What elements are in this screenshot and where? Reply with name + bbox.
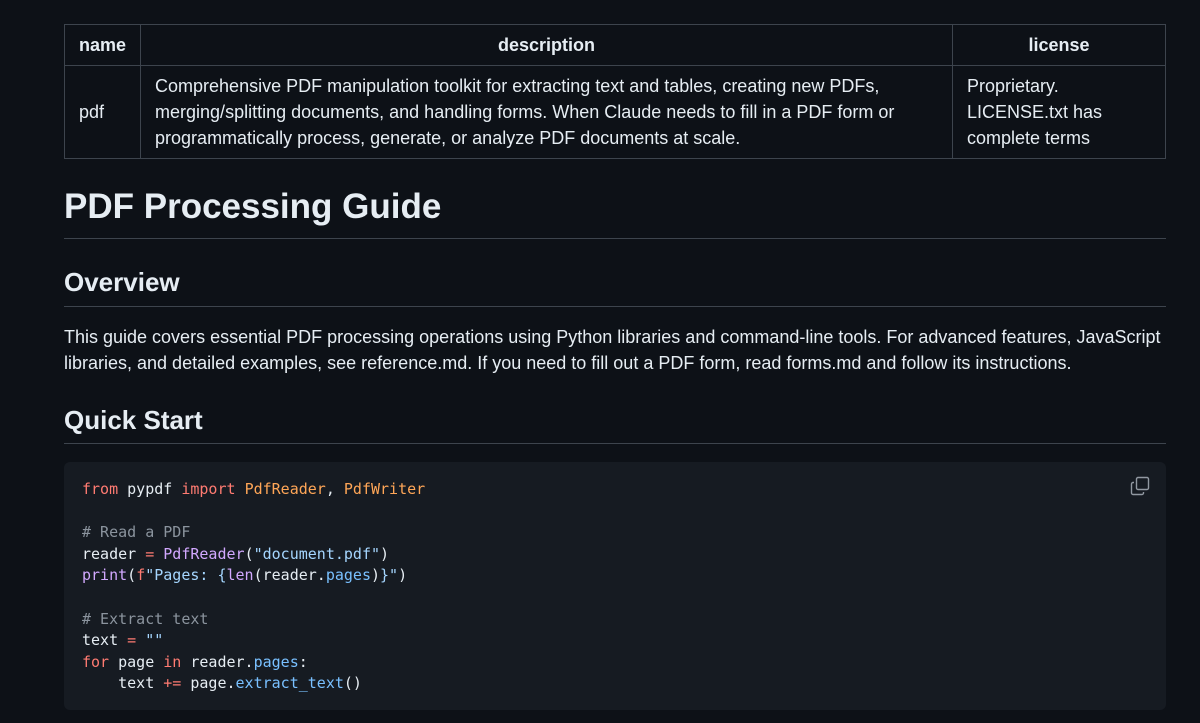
code-content[interactable]: from pypdf import PdfReader, PdfWriter #…	[82, 479, 425, 695]
header-description: description	[140, 24, 953, 66]
cell-license: Proprietary. LICENSE.txt has complete te…	[952, 65, 1166, 159]
code-line: # Read a PDF	[82, 523, 191, 542]
code-line: from pypdf import PdfReader, PdfWriter	[82, 480, 426, 498]
cell-description: Comprehensive PDF manipulation toolkit f…	[140, 65, 953, 159]
code-line: reader = PdfReader("document.pdf")	[82, 544, 390, 563]
header-name: name	[63, 24, 142, 66]
code-line: for page in reader.pages:	[82, 652, 308, 671]
quick-start-heading: Quick Start	[64, 405, 203, 435]
frontmatter-table: name description license pdf Comprehensi…	[63, 24, 1166, 159]
cell-name: pdf	[63, 65, 142, 159]
code-line: # Extract text	[82, 609, 209, 628]
code-line: text = ""	[82, 631, 164, 650]
table-row: pdf Comprehensive PDF manipulation toolk…	[63, 65, 1166, 159]
overview-heading: Overview	[64, 267, 180, 297]
quick-start-divider	[64, 443, 1166, 444]
title-divider	[64, 238, 1166, 239]
header-license: license	[952, 24, 1166, 66]
page-title: PDF Processing Guide	[64, 187, 442, 226]
code-line: text += page.extract_text()	[82, 674, 362, 693]
markdown-page: name description license pdf Comprehensi…	[0, 0, 1200, 723]
code-line: print(f"Pages: {len(reader.pages)}")	[82, 566, 408, 585]
overview-divider	[64, 306, 1166, 307]
code-block[interactable]: from pypdf import PdfReader, PdfWriter #…	[64, 462, 1166, 710]
table-header-row: name description license	[63, 24, 1166, 66]
markdown-content: name description license pdf Comprehensi…	[63, 24, 1166, 710]
copy-icon[interactable]	[1130, 476, 1150, 496]
overview-paragraph: This guide covers essential PDF processi…	[64, 327, 1161, 373]
